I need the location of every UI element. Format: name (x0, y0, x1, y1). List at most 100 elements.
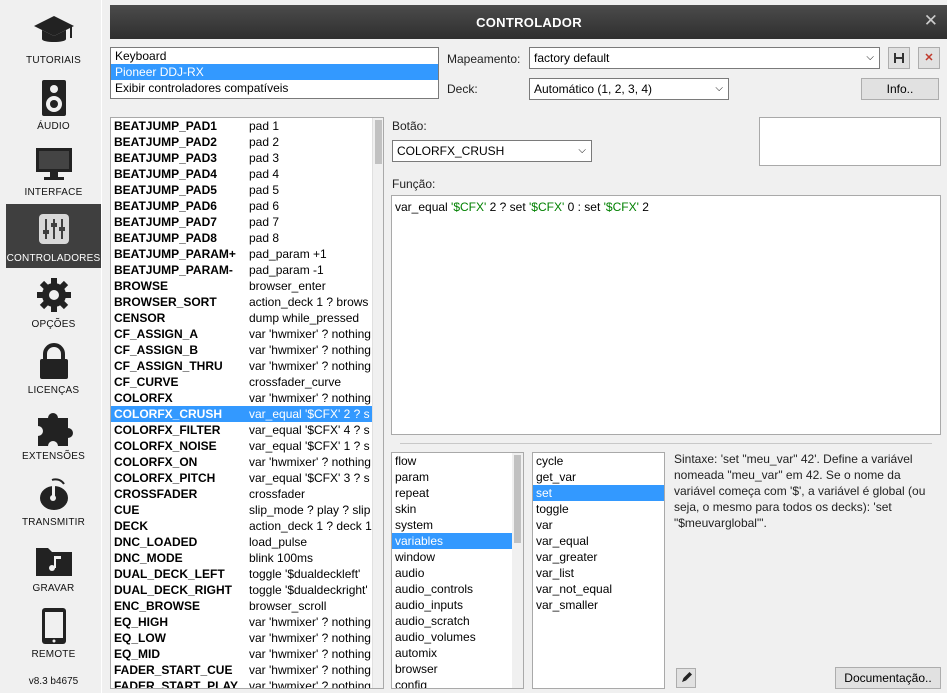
table-row[interactable]: BEATJUMP_PAD1 pad 1 (111, 118, 383, 134)
table-row[interactable]: CF_ASSIGN_A var 'hwmixer' ? nothing (111, 326, 383, 342)
category-item[interactable]: audio_controls (392, 581, 523, 597)
table-row[interactable]: DECK action_deck 1 ? deck 1 (111, 518, 383, 534)
category-item[interactable]: window (392, 549, 523, 565)
sidebar-item-label: REMOTE (31, 649, 76, 660)
table-row[interactable]: BEATJUMP_PAD7 pad 7 (111, 214, 383, 230)
sidebar-item-interface[interactable]: INTERFACE (6, 138, 101, 202)
documentation-button[interactable]: Documentação.. (835, 667, 941, 689)
verb-list[interactable]: cycle get_var set toggle var var_equal var_gre… (532, 452, 665, 689)
table-row[interactable]: CUE slip_mode ? play ? slip (111, 502, 383, 518)
verb-item[interactable]: var_equal (533, 533, 664, 549)
category-item[interactable]: audio_volumes (392, 629, 523, 645)
table-row[interactable]: COLORFX_NOISE var_equal '$CFX' 1 ? s (111, 438, 383, 454)
category-item[interactable]: config (392, 677, 523, 688)
sidebar-item-opcoes[interactable]: OPÇÕES (6, 270, 101, 334)
table-row[interactable]: EQ_HIGH var 'hwmixer' ? nothing (111, 614, 383, 630)
category-list[interactable]: flow param repeat skin system variables window… (391, 452, 524, 689)
table-row[interactable]: BROWSE browser_enter (111, 278, 383, 294)
table-row[interactable]: CF_CURVE crossfader_curve (111, 374, 383, 390)
delete-icon[interactable]: ✕ (918, 47, 940, 69)
function-label: Função: (392, 177, 436, 191)
controller-item-show-compatible[interactable]: Exibir controladores compatíveis (111, 80, 438, 96)
scrollbar-thumb[interactable] (375, 120, 382, 164)
category-item[interactable]: variables (392, 533, 523, 549)
sidebar-item-controladores[interactable]: CONTROLADORES (6, 204, 101, 268)
sidebar-item-transmitir[interactable]: TRANSMITIR (6, 468, 101, 532)
sidebar-item-audio[interactable]: ÁUDIO (6, 72, 101, 136)
table-row[interactable]: FADER_START_PLAY var 'hwmixer' ? nothing (111, 678, 383, 688)
sidebar-item-gravar[interactable]: GRAVAR (6, 534, 101, 598)
table-row[interactable]: FADER_START_CUE var 'hwmixer' ? nothing (111, 662, 383, 678)
mapping-select[interactable]: factory default ⌵ (529, 47, 880, 69)
table-row[interactable]: EQ_MID var 'hwmixer' ? nothing (111, 646, 383, 662)
category-item[interactable]: audio_scratch (392, 613, 523, 629)
table-row[interactable]: COLORFX_FILTER var_equal '$CFX' 4 ? s (111, 422, 383, 438)
table-row[interactable]: DUAL_DECK_RIGHT toggle '$dualdeckright' (111, 582, 383, 598)
verb-item[interactable]: var (533, 517, 664, 533)
category-item[interactable]: repeat (392, 485, 523, 501)
table-row[interactable]: BEATJUMP_PARAM+ pad_param +1 (111, 246, 383, 262)
verb-item[interactable]: get_var (533, 469, 664, 485)
category-item[interactable]: audio_inputs (392, 597, 523, 613)
table-row[interactable]: BEATJUMP_PAD3 pad 3 (111, 150, 383, 166)
sidebar-item-tutoriais[interactable]: TUTORIAIS (6, 6, 101, 70)
verb-rows: cycle get_var set toggle var var_equal var_gre… (533, 453, 664, 613)
table-row[interactable]: BEATJUMP_PARAM-pad_param -1 (111, 262, 383, 278)
table-row[interactable]: CF_ASSIGN_THRU var 'hwmixer' ? nothing (111, 358, 383, 374)
table-row[interactable]: CROSSFADER crossfader (111, 486, 383, 502)
mapping-action: toggle '$dualdeckleft' (249, 567, 361, 581)
verb-item[interactable]: var_not_equal (533, 581, 664, 597)
table-row[interactable]: BEATJUMP_PAD5 pad 5 (111, 182, 383, 198)
table-row[interactable]: COLORFX var 'hwmixer' ? nothing (111, 390, 383, 406)
table-row[interactable]: BEATJUMP_PAD8 pad 8 (111, 230, 383, 246)
mapping-key: BEATJUMP_PARAM- (114, 263, 233, 277)
table-row[interactable]: BEATJUMP_PAD4 pad 4 (111, 166, 383, 182)
table-row[interactable]: BEATJUMP_PAD2 pad 2 (111, 134, 383, 150)
pen-icon[interactable] (676, 668, 696, 688)
script-editor[interactable]: var_equal '$CFX' 2 ? set '$CFX' 0 : set … (391, 195, 941, 435)
table-row[interactable]: CENSOR dump while_pressed (111, 310, 383, 326)
verb-item[interactable]: var_smaller (533, 597, 664, 613)
table-row[interactable]: EQ_LOW var 'hwmixer' ? nothing (111, 630, 383, 646)
sidebar-item-extensoes[interactable]: EXTENSÕES (6, 402, 101, 466)
category-item[interactable]: flow (392, 453, 523, 469)
category-item[interactable]: param (392, 469, 523, 485)
controller-list[interactable]: Keyboard Pioneer DDJ-RX Exibir controlad… (110, 47, 439, 99)
table-row[interactable]: ENC_BROWSE browser_scroll (111, 598, 383, 614)
close-icon[interactable]: ✕ (924, 11, 938, 31)
sidebar-item-remote[interactable]: REMOTE (6, 600, 101, 664)
table-row[interactable]: CF_ASSIGN_B var 'hwmixer' ? nothing (111, 342, 383, 358)
scrollbar-thumb[interactable] (514, 455, 521, 543)
verb-item[interactable]: var_greater (533, 549, 664, 565)
info-button[interactable]: Info.. (861, 78, 939, 100)
controller-item-keyboard[interactable]: Keyboard (111, 48, 438, 64)
table-row[interactable]: COLORFX_CRUSH var_equal '$CFX' 2 ? s (111, 406, 383, 422)
mapping-table[interactable]: BEATJUMP_PAD1 pad 1 BEATJUMP_PAD2 pad 2 BEAT… (110, 117, 384, 689)
table-row[interactable]: DNC_MODE blink 100ms (111, 550, 383, 566)
table-row[interactable]: BEATJUMP_PAD6 pad 6 (111, 198, 383, 214)
key-select[interactable]: COLORFX_CRUSH ⌵ (392, 140, 592, 162)
table-row[interactable]: COLORFX_ON var 'hwmixer' ? nothing (111, 454, 383, 470)
category-item[interactable]: skin (392, 501, 523, 517)
sidebar-item-licencas[interactable]: LICENÇAS (6, 336, 101, 400)
mapping-action: var_equal '$CFX' 4 ? s (249, 423, 370, 437)
mapping-key: COLORFX_ON (114, 455, 198, 469)
category-item[interactable]: automix (392, 645, 523, 661)
save-icon[interactable] (888, 47, 910, 69)
table-row[interactable]: DNC_LOADED load_pulse (111, 534, 383, 550)
category-item[interactable]: audio (392, 565, 523, 581)
sidebar-item-label: TRANSMITIR (21, 517, 86, 528)
verb-item[interactable]: var_list (533, 565, 664, 581)
verb-item[interactable]: cycle (533, 453, 664, 469)
table-row[interactable]: BROWSER_SORT action_deck 1 ? brows (111, 294, 383, 310)
category-item[interactable]: system (392, 517, 523, 533)
table-row[interactable]: COLORFX_PITCH var_equal '$CFX' 3 ? s (111, 470, 383, 486)
category-scrollbar[interactable] (512, 453, 523, 688)
deck-select[interactable]: Automático (1, 2, 3, 4) ⌵ (529, 78, 729, 100)
table-row[interactable]: DUAL_DECK_LEFT toggle '$dualdeckleft' (111, 566, 383, 582)
category-item[interactable]: browser (392, 661, 523, 677)
mapping-scrollbar[interactable] (372, 118, 383, 688)
verb-item[interactable]: toggle (533, 501, 664, 517)
verb-item[interactable]: set (533, 485, 664, 501)
controller-item-pioneer[interactable]: Pioneer DDJ-RX (111, 64, 438, 80)
